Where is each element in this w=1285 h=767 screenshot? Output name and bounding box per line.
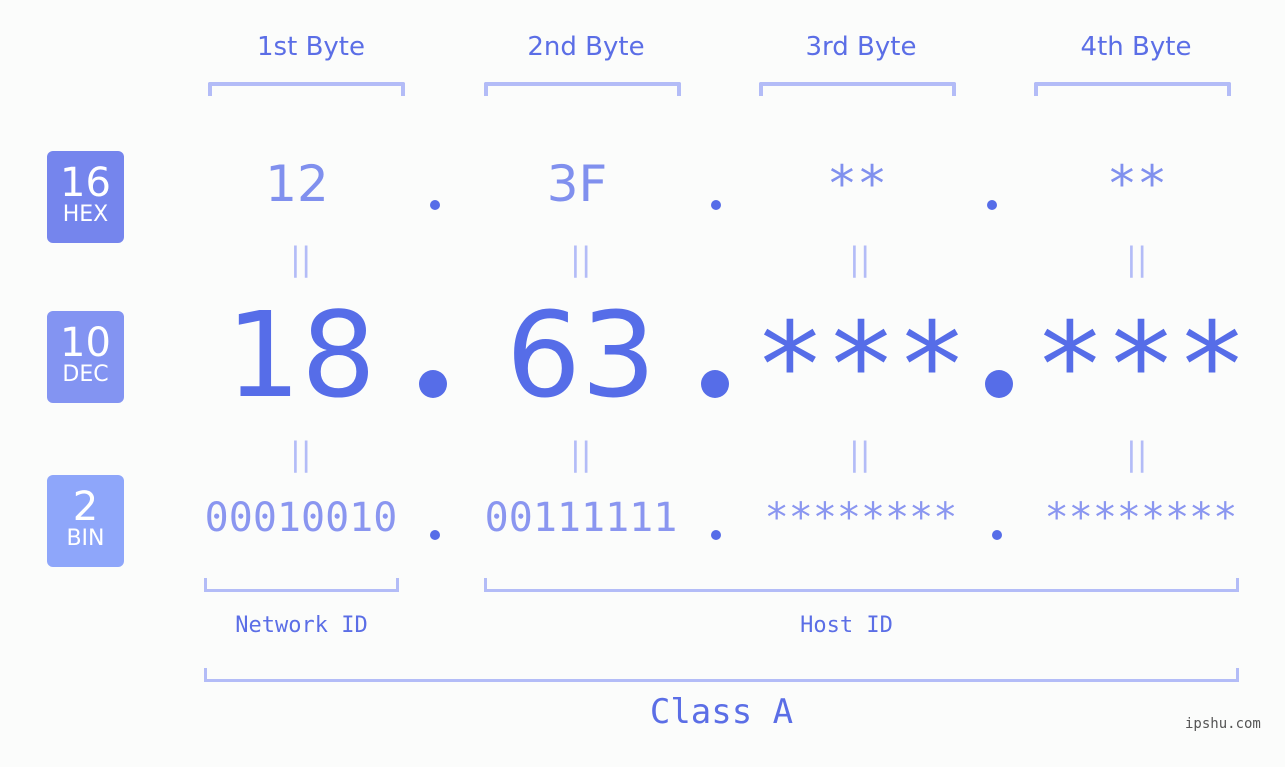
byte-header-3: 3rd Byte [805,32,917,62]
hex-byte-1: 12 [265,155,329,213]
byte-header-4: 4th Byte [1080,32,1192,62]
byte-bracket-2 [484,82,681,96]
hex-byte-3: ** [826,155,888,213]
bin-base: 2 [72,484,99,530]
equals-hex-dec-3: || [849,240,871,278]
network-id-label: Network ID [235,613,368,638]
dec-badge: 10 DEC [47,311,124,403]
equals-dec-bin-3: || [849,435,871,473]
dec-label: DEC [62,362,109,387]
equals-hex-dec-2: || [570,240,592,278]
dec-dot-1 [419,370,447,398]
byte-bracket-1 [208,82,405,96]
dec-byte-2: 63 [505,286,657,424]
hex-dot-3 [987,200,997,210]
dec-base: 10 [60,320,111,366]
equals-dec-bin-4: || [1126,435,1148,473]
dec-dot-2 [701,370,729,398]
bin-byte-2: 00111111 [484,495,678,541]
equals-dec-bin-1: || [290,435,312,473]
bin-byte-1: 00010010 [204,495,398,541]
equals-hex-dec-1: || [290,240,312,278]
hex-byte-4: ** [1106,155,1168,213]
hex-dot-1 [430,200,440,210]
equals-hex-dec-4: || [1126,240,1148,278]
hex-byte-2: 3F [546,155,608,213]
dec-byte-4: *** [1034,296,1248,434]
byte-header-2: 2nd Byte [527,32,645,62]
watermark: ipshu.com [1185,716,1261,732]
hex-base: 16 [60,160,111,206]
dec-byte-1: 18 [225,286,377,424]
class-bracket [204,668,1239,682]
hex-label: HEX [62,202,109,227]
equals-dec-bin-2: || [570,435,592,473]
byte-header-1: 1st Byte [257,32,365,62]
bin-dot-2 [711,530,721,540]
host-id-bracket [484,578,1239,592]
bin-label: BIN [66,526,105,551]
hex-dot-2 [711,200,721,210]
network-id-bracket [204,578,399,592]
bin-dot-1 [430,530,440,540]
byte-bracket-4 [1034,82,1231,96]
dec-dot-3 [985,370,1013,398]
host-id-label: Host ID [800,613,893,638]
class-label: Class A [649,692,794,732]
bin-byte-4: ******** [1044,495,1238,541]
bin-dot-3 [992,530,1002,540]
hex-badge: 16 HEX [47,151,124,243]
bin-byte-3: ******** [764,495,958,541]
bin-badge: 2 BIN [47,475,124,567]
dec-byte-3: *** [754,296,968,434]
byte-bracket-3 [759,82,956,96]
